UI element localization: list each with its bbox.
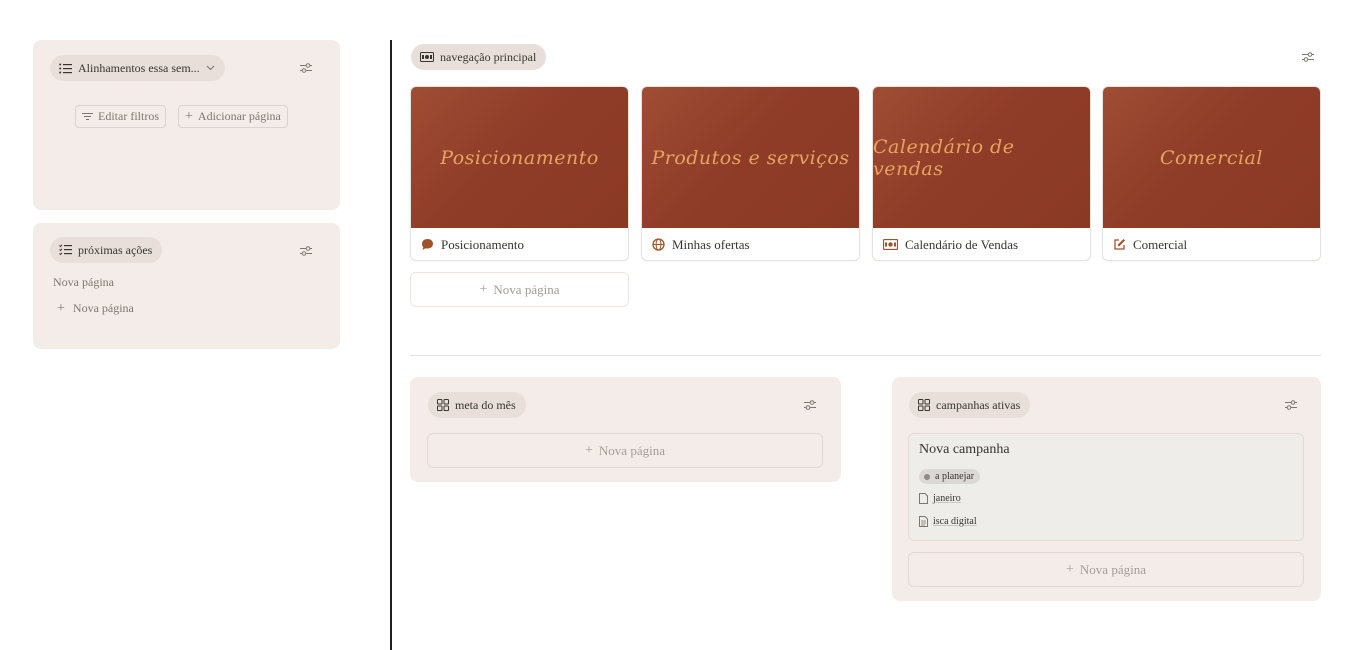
alignments-panel: Alinhamentos essa sem... Editar filtros …	[33, 40, 340, 210]
checklist-icon	[59, 244, 72, 256]
globe-icon	[652, 238, 665, 251]
plus-icon: +	[479, 281, 488, 297]
goal-view-label: meta do mês	[455, 397, 516, 412]
next-action-item[interactable]: Nova página	[53, 275, 114, 290]
navigation-view-chip[interactable]: navegação principal	[411, 44, 547, 70]
status-label: a planejar	[935, 471, 975, 482]
new-page-label: Nova página	[493, 281, 560, 297]
month-property[interactable]: janeiro	[919, 493, 961, 504]
new-page-label: Nova página	[1079, 561, 1146, 577]
card-title: Minhas ofertas	[672, 236, 750, 252]
card-cover: Posicionamento	[411, 87, 628, 228]
edit-filters-button[interactable]: Editar filtros	[75, 105, 166, 128]
plus-icon: +	[185, 108, 193, 124]
settings-sliders-icon[interactable]	[1301, 50, 1315, 64]
campaigns-view-label: campanhas ativas	[936, 397, 1021, 412]
new-page-label: Nova página	[598, 442, 665, 458]
next-actions-chip[interactable]: próximas ações	[50, 237, 163, 263]
new-page-button[interactable]: + Nova página	[410, 272, 629, 307]
card-cover: Comercial	[1103, 87, 1320, 228]
gallery-icon	[437, 399, 449, 411]
alignments-view-chip[interactable]: Alinhamentos essa sem...	[50, 55, 225, 81]
nav-card-ofertas[interactable]: Produtos e serviços Minhas ofertas	[641, 86, 860, 261]
gallery-icon	[918, 399, 930, 411]
next-actions-label: próximas ações	[78, 242, 153, 257]
goal-view-chip[interactable]: meta do mês	[428, 392, 526, 418]
campaign-card[interactable]: Nova campanha a planejar janeiro isca di…	[908, 433, 1304, 541]
status-dot-icon	[924, 473, 930, 480]
new-page-button[interactable]: + Nova página	[427, 433, 823, 468]
card-title: Calendário de Vendas	[905, 236, 1019, 252]
column-divider	[390, 40, 392, 650]
list-icon	[59, 63, 72, 73]
new-page-label: Nova página	[72, 301, 134, 315]
status-badge: a planejar	[919, 469, 981, 484]
filter-icon	[82, 113, 93, 120]
nav-card-calendario[interactable]: Calendário de vendas Calendário de Venda…	[872, 86, 1091, 261]
section-divider	[410, 355, 1321, 356]
campaigns-view-chip[interactable]: campanhas ativas	[909, 392, 1031, 418]
goal-panel: meta do mês + Nova página	[410, 377, 841, 482]
money-icon	[420, 52, 434, 62]
money-icon	[883, 239, 898, 250]
navigation-view-label: navegação principal	[440, 49, 537, 64]
settings-sliders-icon[interactable]	[299, 244, 313, 258]
card-title: Comercial	[1133, 236, 1188, 252]
asset-label: isca digital	[933, 516, 977, 527]
card-title: Posicionamento	[441, 236, 525, 252]
card-cover: Produtos e serviços	[642, 87, 859, 228]
plus-icon: +	[585, 442, 593, 458]
settings-sliders-icon[interactable]	[803, 398, 817, 412]
plus-icon: +	[1066, 561, 1074, 577]
campaign-title: Nova campanha	[919, 442, 1010, 457]
nav-card-posicionamento[interactable]: Posicionamento Posicionamento	[410, 86, 629, 261]
asset-property[interactable]: isca digital	[919, 516, 977, 527]
chevron-down-icon	[206, 65, 215, 71]
alignments-view-label: Alinhamentos essa sem...	[78, 60, 200, 75]
edit-icon	[1114, 239, 1125, 250]
settings-sliders-icon[interactable]	[299, 61, 313, 75]
add-page-button[interactable]: + Adicionar página	[178, 105, 288, 128]
new-page-button[interactable]: + Nova página	[908, 552, 1304, 587]
settings-sliders-icon[interactable]	[1284, 398, 1298, 412]
new-page-button[interactable]: + Nova página	[57, 301, 134, 316]
document-icon	[919, 516, 928, 527]
speech-bubble-icon	[422, 239, 433, 250]
edit-filters-label: Editar filtros	[98, 109, 159, 123]
page-icon	[919, 493, 928, 504]
card-cover: Calendário de vendas	[873, 87, 1090, 228]
month-label: janeiro	[933, 493, 961, 504]
add-page-label: Adicionar página	[197, 109, 281, 123]
plus-icon: +	[57, 300, 65, 316]
nav-card-comercial[interactable]: Comercial Comercial	[1102, 86, 1321, 261]
next-actions-panel: próximas ações Nova página + Nova página	[33, 223, 340, 349]
